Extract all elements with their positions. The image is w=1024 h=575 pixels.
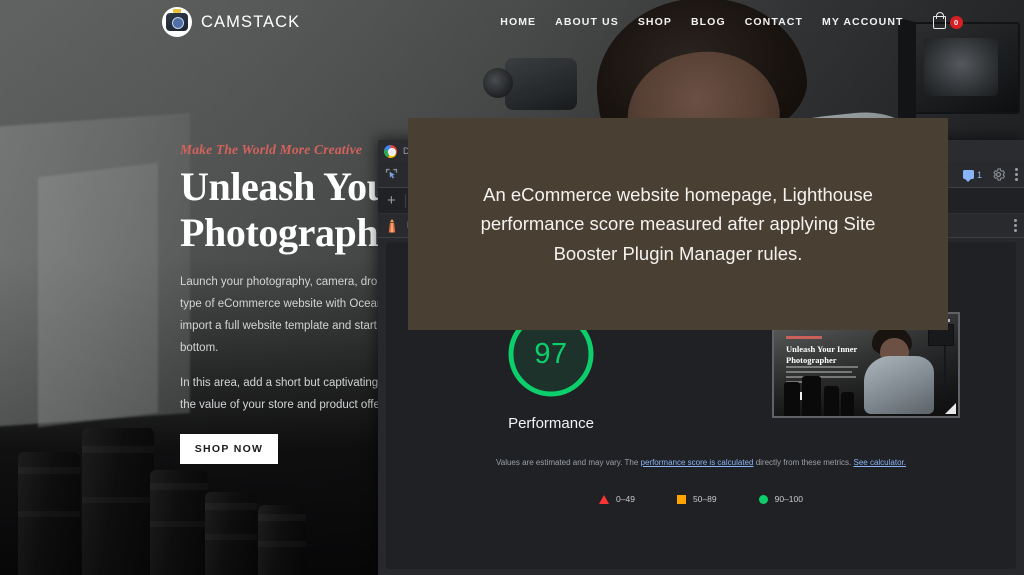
studio-camera — [483, 58, 577, 110]
screenshot-stage: CAMSTACK HOME ABOUT US SHOP BLOG CONTACT… — [0, 0, 1024, 575]
see-calculator-link[interactable]: See calculator. — [854, 458, 906, 467]
circle-icon — [758, 494, 768, 504]
chrome-icon — [384, 144, 397, 158]
shopping-bag-icon — [932, 11, 946, 29]
site-header: CAMSTACK HOME ABOUT US SHOP BLOG CONTACT… — [0, 0, 1024, 44]
devtools-toolbar-right: 1 — [962, 167, 1018, 182]
gear-icon[interactable] — [991, 167, 1006, 182]
message-bubble-icon — [962, 170, 974, 182]
camera-logo-icon — [162, 7, 192, 37]
legend-item-good: 90–100 — [758, 494, 803, 504]
new-tab-button[interactable]: + — [384, 193, 399, 208]
kebab-menu-icon[interactable] — [1015, 168, 1018, 181]
thumbnail-heading: Unleash Your Inner Photographer — [786, 344, 858, 365]
inspect-element-icon[interactable] — [384, 167, 399, 182]
nav-item-contact[interactable]: CONTACT — [745, 16, 803, 28]
performance-label: Performance — [508, 415, 594, 432]
square-icon — [676, 494, 686, 504]
nav-item-my-account[interactable]: MY ACCOUNT — [822, 16, 904, 28]
brand-name: CAMSTACK — [201, 12, 301, 31]
studio-panel-left-2 — [38, 162, 158, 428]
cart-button[interactable]: 0 — [932, 11, 963, 29]
cart-count-badge: 0 — [949, 15, 963, 29]
nav-item-home[interactable]: HOME — [500, 16, 536, 28]
nav-item-about-us[interactable]: ABOUT US — [555, 16, 619, 28]
message-count: 1 — [976, 169, 982, 180]
brand-logo-group[interactable]: CAMSTACK — [162, 7, 300, 37]
nav-item-blog[interactable]: BLOG — [691, 16, 726, 28]
caption-text: An eCommerce website homepage, Lighthous… — [480, 184, 876, 264]
disclaimer-prefix: Values are estimated and may vary. The — [496, 458, 641, 467]
legend-item-poor: 0–49 — [599, 494, 635, 504]
caption-overlay: An eCommerce website homepage, Lighthous… — [408, 118, 948, 330]
legend-label-average: 50–89 — [692, 494, 717, 504]
camera-lens — [150, 470, 208, 575]
legend-label-good: 90–100 — [774, 494, 803, 504]
lighthouse-icon — [385, 218, 399, 234]
shop-now-button[interactable]: SHOP NOW — [180, 434, 278, 465]
disclaimer-middle: directly from these metrics. — [753, 458, 854, 467]
legend-item-average: 50–89 — [676, 494, 717, 504]
triangle-icon — [599, 494, 610, 504]
main-navigation: HOME ABOUT US SHOP BLOG CONTACT MY ACCOU… — [500, 11, 963, 29]
tabbar-divider — [404, 193, 406, 208]
lighthouse-disclaimer: Values are estimated and may vary. The p… — [386, 456, 1016, 470]
score-legend: 0–49 50–89 90–100 — [386, 494, 1016, 504]
message-count-indicator[interactable]: 1 — [962, 169, 982, 182]
camera-lens — [258, 505, 306, 575]
camera-lens — [18, 452, 80, 575]
legend-label-poor: 0–49 — [616, 494, 635, 504]
nav-item-shop[interactable]: SHOP — [638, 16, 672, 28]
performance-score-link[interactable]: performance score is calculated — [641, 458, 754, 467]
camera-lens — [205, 492, 257, 575]
camera-lens — [82, 428, 154, 575]
panel-kebab-menu-icon[interactable] — [1014, 219, 1017, 232]
